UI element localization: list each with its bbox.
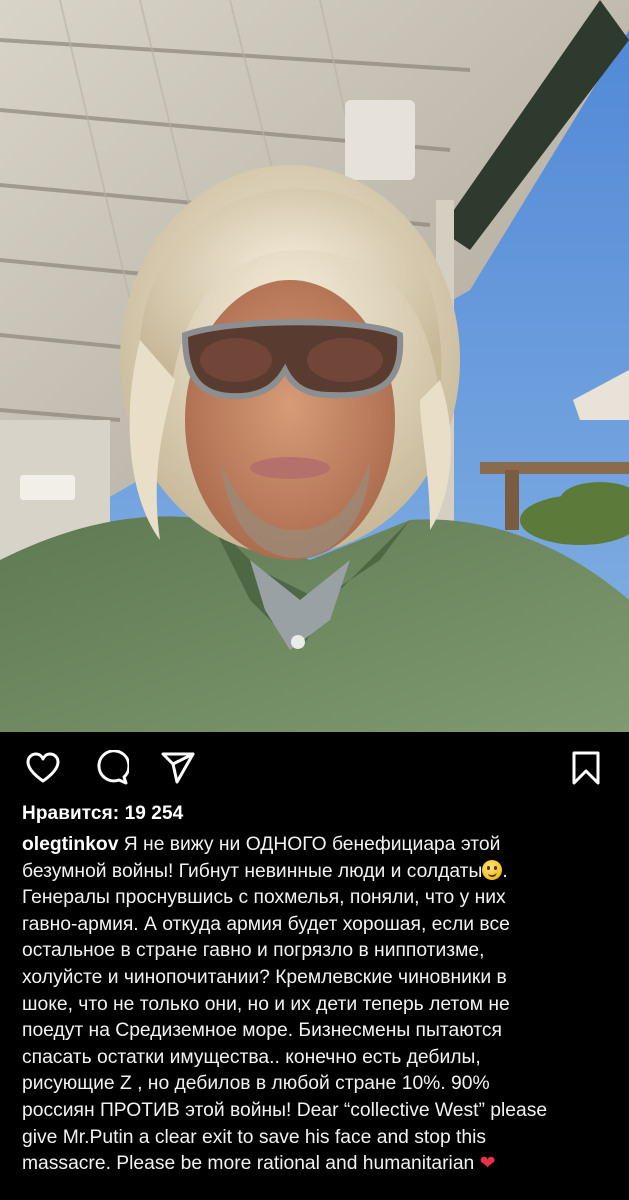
share-icon bbox=[161, 752, 195, 784]
caption-line: give Mr.Putin a clear exit to save his f… bbox=[22, 1126, 487, 1148]
post-caption: olegtinkov Я не вижу ни ОДНОГО бенефициа… bbox=[22, 832, 618, 1178]
red-heart-emoji: ❤ bbox=[479, 1153, 496, 1175]
caption-line: гавно-армия. А откуда армия будет хороша… bbox=[22, 913, 510, 935]
caption-line: поедут на Средиземное море. Бизнесмены п… bbox=[22, 1020, 502, 1042]
comment-icon bbox=[97, 750, 129, 785]
heart-icon bbox=[26, 752, 60, 783]
post-photo-illustration bbox=[0, 0, 629, 732]
like-button[interactable] bbox=[23, 748, 63, 788]
save-button[interactable] bbox=[566, 748, 606, 788]
post-photo[interactable] bbox=[0, 0, 629, 732]
caption-line: холуйсте и чинопочитании? Кремлевские чи… bbox=[22, 966, 507, 988]
caption-line: безумной войны! Гибнут невинные люди и с… bbox=[22, 859, 508, 882]
slightly-smiling-face-emoji bbox=[482, 859, 503, 880]
caption-line: спасать остатки имущества.. конечно есть… bbox=[22, 1046, 481, 1068]
caption-line: olegtinkov Я не вижу ни ОДНОГО бенефициа… bbox=[22, 834, 501, 855]
caption-line: остальное в стране гавно и погрязло в ни… bbox=[22, 940, 485, 962]
caption-line: шоке, что не только они, но и их дети те… bbox=[22, 993, 510, 1015]
caption-line: massacre. Please be more rational and hu… bbox=[22, 1153, 496, 1175]
bookmark-icon bbox=[572, 751, 600, 785]
post-username[interactable]: olegtinkov bbox=[22, 834, 118, 855]
likes-count[interactable]: Нравится: 19 254 bbox=[22, 803, 183, 825]
caption-line: Генералы проснувшись с похмелья, поняли,… bbox=[22, 887, 506, 909]
caption-line: россиян ПРОТИВ этой войны! Dear “collect… bbox=[22, 1099, 548, 1121]
caption-line: рисующие Z , но дебилов в любой стране 1… bbox=[22, 1073, 490, 1095]
comment-button[interactable] bbox=[91, 748, 131, 788]
share-button[interactable] bbox=[158, 748, 198, 788]
